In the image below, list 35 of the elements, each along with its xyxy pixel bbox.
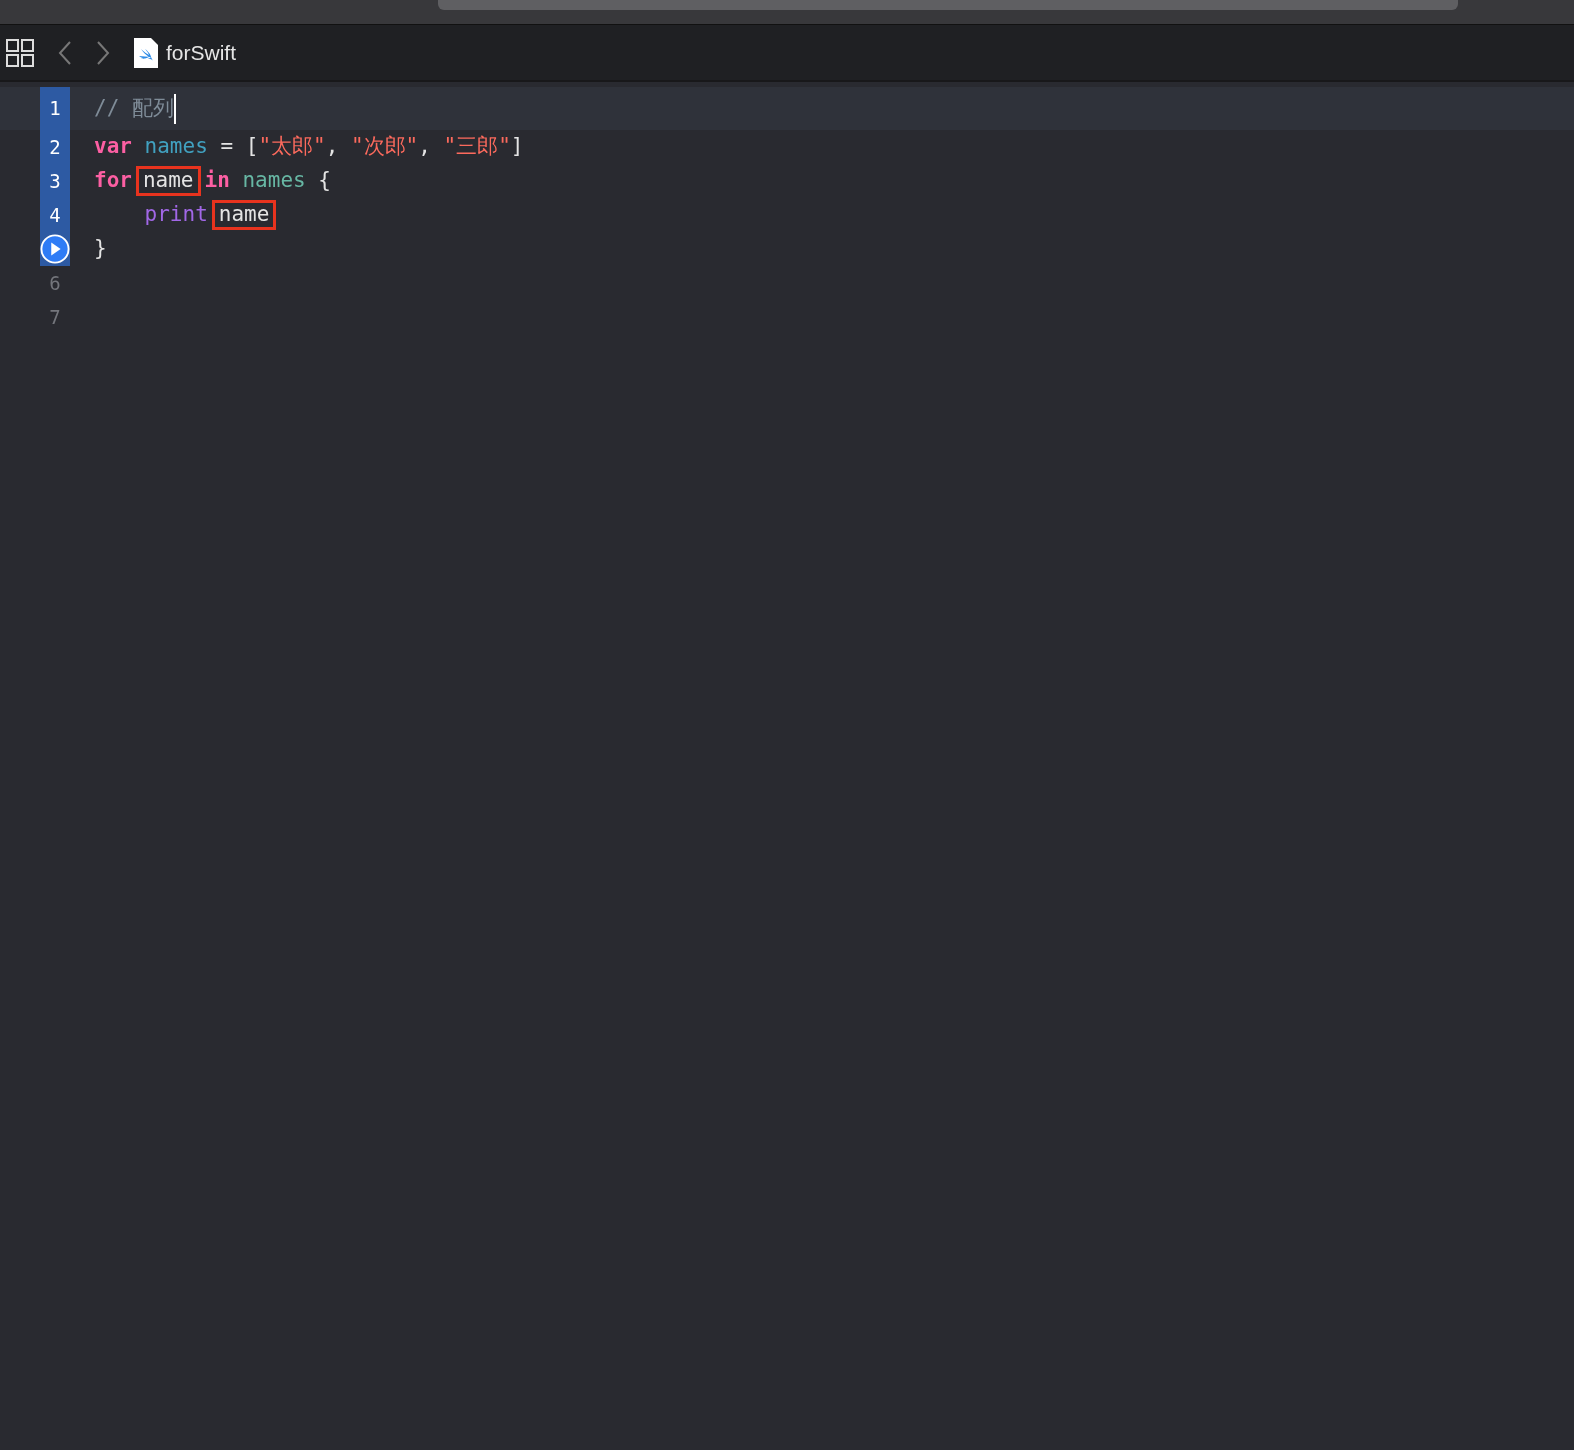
line-range-marker[interactable]: 3 [40, 164, 70, 198]
run-button[interactable] [40, 232, 70, 266]
code-text: , [325, 133, 339, 161]
grid-icon[interactable] [6, 38, 34, 67]
forward-icon[interactable] [96, 40, 110, 65]
highlighted-variable: name [135, 166, 201, 196]
code-keyword: in [204, 167, 230, 195]
variable-name: names [241, 167, 306, 195]
code-keyword: var [94, 133, 132, 161]
line-number: 1 [49, 96, 61, 122]
code-comment: // 配列 [94, 94, 174, 122]
code-keyword: for [94, 167, 132, 195]
code-text: = [ [219, 133, 259, 161]
line-number: 7 [49, 304, 61, 330]
line-number: 2 [49, 134, 61, 160]
code-text: ] [510, 133, 524, 161]
code-text: { [317, 167, 331, 195]
highlighted-variable: name [211, 200, 277, 230]
line-number: 6 [49, 270, 61, 296]
code-text: , [418, 133, 431, 161]
line-range-marker[interactable]: 1 [40, 87, 70, 130]
variable-name: names [143, 133, 208, 161]
line-range-marker[interactable]: 2 [40, 130, 70, 164]
file-tab[interactable]: forSwift [166, 36, 236, 69]
swift-file-icon [134, 37, 158, 68]
text-cursor [173, 93, 176, 124]
string-literal: "太郎" [258, 133, 326, 161]
line-number: 3 [49, 168, 61, 194]
code-text: } [94, 235, 107, 263]
function-name: print [144, 201, 208, 229]
line-range-marker[interactable]: 4 [40, 198, 70, 232]
string-literal: "次郎" [349, 133, 419, 161]
string-literal: "三郎" [442, 133, 511, 161]
line-number: 4 [49, 202, 61, 228]
back-icon[interactable] [58, 40, 72, 65]
